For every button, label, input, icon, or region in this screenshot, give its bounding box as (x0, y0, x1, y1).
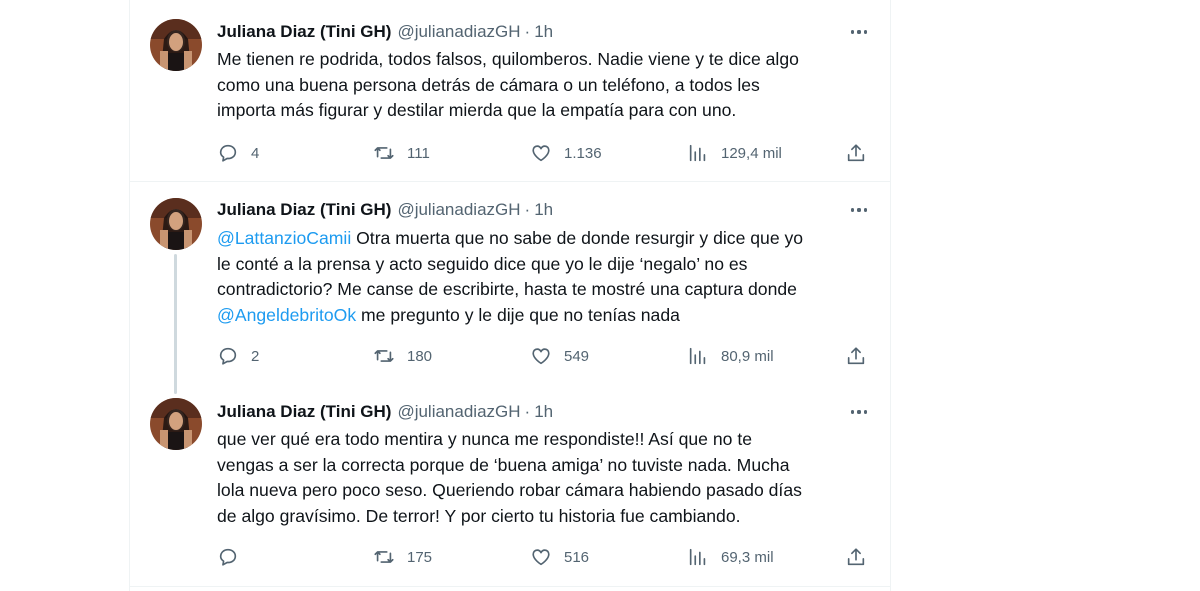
thread-line (174, 254, 177, 394)
views-button[interactable]: 129,4 mil (687, 141, 782, 165)
like-count: 516 (564, 548, 590, 566)
retweet-icon (374, 551, 394, 563)
mention-link[interactable]: @LattanzioCamii (217, 228, 351, 248)
retweet-button[interactable]: 180 (373, 344, 432, 368)
reply-count: 4 (251, 144, 260, 162)
separator-dot: · (524, 200, 531, 219)
tweet-actions: 4 111 1.136 129,4 mil (217, 141, 877, 165)
tweet-actions: 175 516 69,3 mil (217, 545, 877, 569)
like-button[interactable]: 549 (530, 344, 589, 368)
author-name[interactable]: Juliana Diaz (Tini GH) (217, 22, 391, 42)
views-icon (689, 144, 706, 162)
reply-icon (219, 548, 237, 566)
retweet-count: 180 (407, 347, 433, 365)
timestamp[interactable]: 1h (534, 402, 553, 422)
tweet[interactable]: Juliana Diaz (Tini GH) @julianadiazGH · … (130, 0, 890, 180)
reply-button[interactable] (217, 545, 251, 569)
like-button[interactable]: 1.136 (530, 141, 602, 165)
tweet-header: Juliana Diaz (Tini GH) @julianadiazGH · … (217, 401, 553, 423)
avatar[interactable] (150, 198, 202, 250)
more-icon[interactable] (848, 21, 870, 43)
views-count: 80,9 mil (721, 347, 774, 365)
retweet-button[interactable]: 175 (373, 545, 432, 569)
author-name[interactable]: Juliana Diaz (Tini GH) (217, 200, 391, 220)
views-button[interactable]: 69,3 mil (687, 545, 774, 569)
share-icon (847, 347, 865, 365)
reply-icon (219, 144, 237, 162)
like-icon (532, 549, 550, 566)
tweet-text: que ver qué era todo mentira y nunca me … (217, 429, 802, 526)
like-count: 549 (564, 347, 590, 365)
reply-button[interactable]: 2 (217, 344, 259, 368)
views-count: 129,4 mil (721, 144, 782, 162)
like-count: 1.136 (564, 144, 602, 162)
like-button[interactable]: 516 (530, 545, 589, 569)
tweet-text: Me tienen re podrida, todos falsos, quil… (217, 49, 799, 121)
share-button[interactable] (845, 545, 867, 569)
more-icon[interactable] (848, 401, 870, 423)
sidebar-cutoff (930, 0, 1200, 6)
avatar[interactable] (150, 398, 202, 450)
share-button[interactable] (845, 344, 867, 368)
author-handle[interactable]: @julianadiazGH (397, 22, 520, 42)
views-icon (689, 347, 706, 365)
tweet-text: @LattanzioCamii Otra muerta que no sabe … (217, 226, 877, 328)
retweet-count: 175 (407, 548, 433, 566)
retweet-icon (374, 350, 394, 362)
reply-button[interactable]: 4 (217, 141, 259, 165)
retweet-icon (374, 147, 394, 159)
tweet[interactable]: Juliana Diaz (Tini GH) @julianadiazGH · … (130, 382, 890, 590)
tweet-text-part: me pregunto y le dije que no tenías nada (356, 304, 680, 325)
tweet-header: Juliana Diaz (Tini GH) @julianadiazGH · … (217, 21, 553, 43)
timeline: Juliana Diaz (Tini GH) @julianadiazGH · … (129, 0, 891, 591)
author-name[interactable]: Juliana Diaz (Tini GH) (217, 402, 391, 422)
views-icon (689, 548, 706, 566)
reply-count: 2 (251, 347, 260, 365)
tweet-header: Juliana Diaz (Tini GH) @julianadiazGH · … (217, 199, 553, 221)
tweet[interactable]: Juliana Diaz (Tini GH) @julianadiazGH · … (130, 182, 890, 394)
tweet-actions: 2 180 549 80,9 mil (217, 344, 877, 368)
retweet-count: 111 (407, 144, 430, 162)
views-button[interactable]: 80,9 mil (687, 344, 774, 368)
separator-dot: · (524, 22, 531, 41)
author-handle[interactable]: @julianadiazGH (397, 200, 520, 220)
author-handle[interactable]: @julianadiazGH (397, 402, 520, 422)
timestamp[interactable]: 1h (534, 22, 553, 42)
share-icon (847, 548, 865, 566)
retweet-button[interactable]: 111 (373, 141, 430, 165)
mention-link[interactable]: @AngeldebritoOk (217, 305, 356, 325)
reply-icon (219, 347, 237, 365)
share-icon (847, 144, 865, 162)
separator-dot: · (524, 402, 531, 421)
like-icon (532, 348, 550, 365)
divider (130, 586, 890, 587)
share-button[interactable] (845, 141, 867, 165)
avatar[interactable] (150, 19, 202, 71)
timestamp[interactable]: 1h (534, 200, 553, 220)
like-icon (532, 145, 550, 162)
more-icon[interactable] (848, 199, 870, 221)
views-count: 69,3 mil (721, 548, 774, 566)
